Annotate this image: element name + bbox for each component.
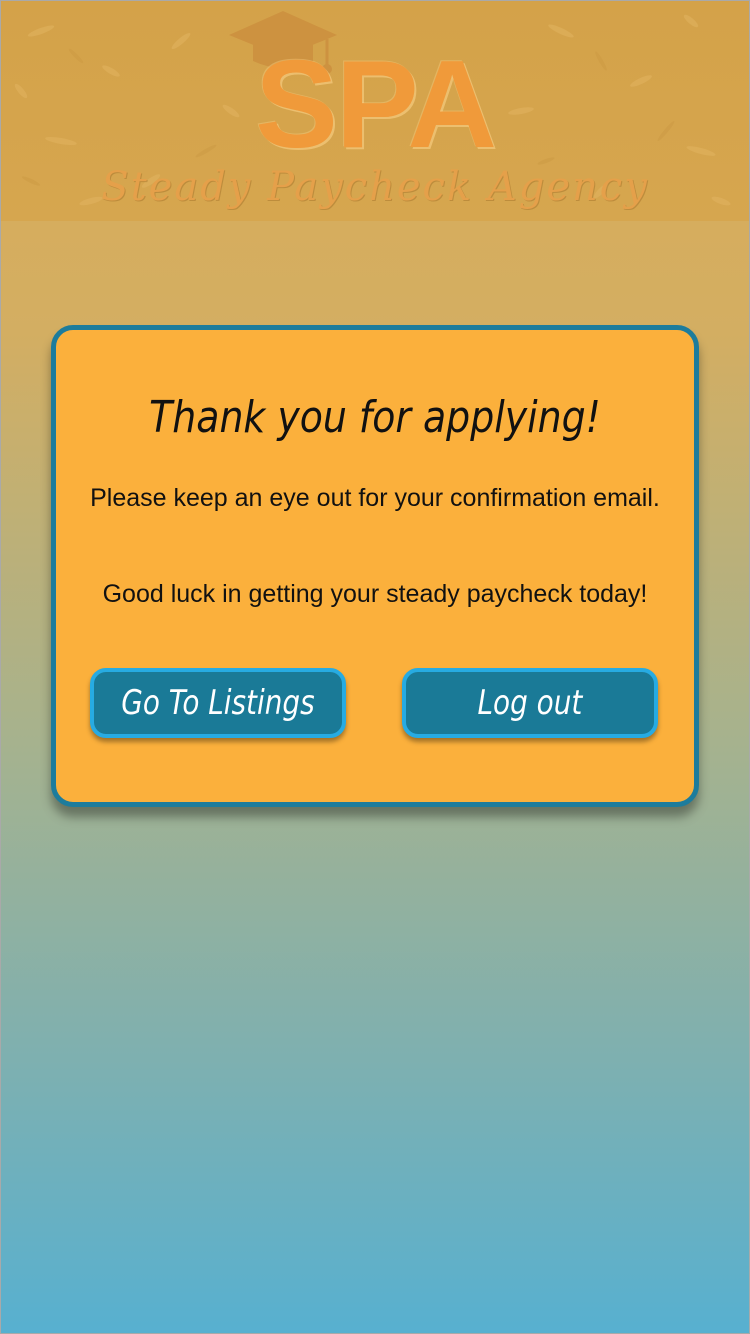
confirmation-email-message: Please keep an eye out for your confirma… xyxy=(90,484,660,512)
dialog-title: Thank you for applying! xyxy=(149,392,601,443)
go-to-listings-label: Go To Listings xyxy=(121,683,315,723)
logo-tagline: Steady Paycheck Agency xyxy=(101,164,649,210)
logo-text: SPA xyxy=(255,36,497,174)
app-screen: SPA Steady Paycheck Agency Thank you for… xyxy=(0,0,750,1334)
confirmation-dialog: Thank you for applying! Please keep an e… xyxy=(51,325,699,807)
spa-logo: SPA Steady Paycheck Agency xyxy=(1,1,749,221)
go-to-listings-button[interactable]: Go To Listings xyxy=(90,668,346,738)
log-out-button[interactable]: Log out xyxy=(402,668,658,738)
log-out-label: Log out xyxy=(477,683,583,723)
good-luck-message: Good luck in getting your steady paychec… xyxy=(102,580,648,608)
header-banner: SPA Steady Paycheck Agency xyxy=(1,1,749,221)
